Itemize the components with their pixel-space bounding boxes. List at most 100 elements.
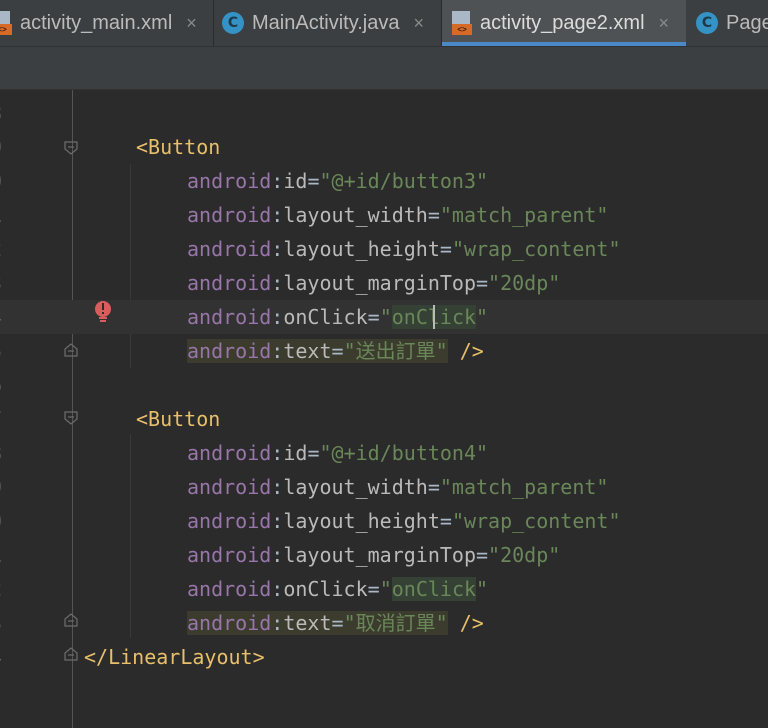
attr-name: id <box>283 441 308 465</box>
xml-file-icon: <> <box>0 11 12 35</box>
code-line[interactable]: 2 android:onClick="onClick" <box>0 572 768 606</box>
editor-tab-bar: <> activity_main.xml × C MainActivity.ja… <box>0 0 768 47</box>
fold-close-icon[interactable] <box>64 647 78 661</box>
line-number: 1 <box>0 198 12 232</box>
attr-value: "20dp" <box>488 271 561 295</box>
line-number: 0 <box>0 504 12 538</box>
attr-name: text <box>283 611 332 635</box>
attr-name: layout_width <box>283 475 428 499</box>
code-line[interactable]: 6 <box>0 368 768 402</box>
line-number: 3 <box>0 606 12 640</box>
line-number: 6 <box>0 368 12 402</box>
code-line[interactable]: 8 android:id="@+id/button4" <box>0 436 768 470</box>
attr-value: "wrap_content" <box>451 509 621 533</box>
attr-name: id <box>283 169 308 193</box>
tab-label: Page <box>726 11 768 34</box>
attr-namespace: android <box>187 475 272 499</box>
line-number: 0 <box>0 164 12 198</box>
xml-tag: <Button <box>136 407 221 431</box>
close-tab-icon[interactable]: × <box>413 13 424 34</box>
tab-activity-main-xml[interactable]: <> activity_main.xml × <box>0 0 211 46</box>
attr-value: "20dp" <box>488 543 561 567</box>
attr-namespace: android <box>187 543 272 567</box>
code-line-current[interactable]: 4 android:onClick="onClick" <box>0 300 768 334</box>
attr-namespace: android <box>187 577 272 601</box>
attr-value-highlight: Click <box>415 305 477 329</box>
fold-open-icon[interactable] <box>64 411 78 425</box>
line-number: 5 <box>0 334 12 368</box>
attr-value: "送出訂單" <box>343 339 448 363</box>
line-number: 2 <box>0 232 12 266</box>
attr-namespace: android <box>187 271 272 295</box>
code-line[interactable]: 1 android:layout_marginTop="20dp" <box>0 538 768 572</box>
code-line[interactable]: 0 android:id="@+id/button3" <box>0 164 768 198</box>
attr-namespace: android <box>187 611 272 635</box>
close-tab-icon[interactable]: × <box>659 13 670 34</box>
tag-close: /> <box>447 611 484 635</box>
tag-close: /> <box>447 339 484 363</box>
line-number: 2 <box>0 572 12 606</box>
editor-breadcrumb-strip <box>0 47 768 90</box>
code-line[interactable]: 3 android:layout_marginTop="20dp" <box>0 266 768 300</box>
xml-tag: <Button <box>136 135 221 159</box>
attr-name: onClick <box>283 577 368 601</box>
attr-namespace: android <box>187 237 272 261</box>
text-caret <box>433 305 435 329</box>
code-line[interactable]: 9 android:layout_width="match_parent" <box>0 470 768 504</box>
line-number: 4 <box>0 300 12 334</box>
fold-close-icon[interactable] <box>64 613 78 627</box>
code-line[interactable]: 2 android:layout_height="wrap_content" <box>0 232 768 266</box>
code-line[interactable]: 5 android:text="送出訂單" /> <box>0 334 768 368</box>
attr-value-highlight: on <box>391 305 416 329</box>
attr-name: text <box>283 339 332 363</box>
attr-namespace: android <box>187 339 272 363</box>
code-line[interactable]: 7 <Button <box>0 402 768 436</box>
attr-name: layout_marginTop <box>283 271 476 295</box>
attr-name: layout_height <box>283 237 440 261</box>
fold-open-icon[interactable] <box>64 141 78 155</box>
attr-name: layout_width <box>283 203 428 227</box>
attr-namespace: android <box>187 441 272 465</box>
code-line[interactable]: 9 <Button <box>0 130 768 164</box>
line-number: 3 <box>0 266 12 300</box>
tab-main-activity-java[interactable]: C MainActivity.java × <box>222 0 438 46</box>
attr-value: "取消訂單" <box>343 611 448 635</box>
attr-value: "match_parent" <box>439 203 609 227</box>
attr-value: "wrap_content" <box>451 237 621 261</box>
line-number: 4 <box>0 640 12 674</box>
tab-activity-page2-xml[interactable]: <> activity_page2.xml × <box>442 0 686 46</box>
tab-label: activity_main.xml <box>20 11 173 34</box>
code-line[interactable]: 0 android:layout_height="wrap_content" <box>0 504 768 538</box>
attr-namespace: android <box>187 509 272 533</box>
tab-label: activity_page2.xml <box>480 11 645 34</box>
line-number: 8 <box>0 96 12 130</box>
attr-value: "@+id/button3" <box>319 169 489 193</box>
code-line[interactable]: 4 </LinearLayout> <box>0 640 768 674</box>
attr-value-highlight: onClick <box>391 577 477 601</box>
line-number: 8 <box>0 436 12 470</box>
close-tab-icon[interactable]: × <box>186 13 197 34</box>
line-number: 1 <box>0 538 12 572</box>
code-line[interactable]: 1 android:layout_width="match_parent" <box>0 198 768 232</box>
attr-name: onClick <box>283 305 368 329</box>
fold-close-icon[interactable] <box>64 343 78 357</box>
java-class-icon: C <box>696 12 718 34</box>
attr-namespace: android <box>187 203 272 227</box>
line-number: 7 <box>0 402 12 436</box>
code-line[interactable]: 3 android:text="取消訂單" /> <box>0 606 768 640</box>
line-number: 9 <box>0 470 12 504</box>
line-number: 9 <box>0 130 12 164</box>
attr-value: "@+id/button4" <box>319 441 489 465</box>
attr-value: "match_parent" <box>439 475 609 499</box>
java-class-icon: C <box>222 12 244 34</box>
tab-label: MainActivity.java <box>252 11 400 34</box>
tab-page-java[interactable]: C Page <box>696 0 768 46</box>
attr-namespace: android <box>187 305 272 329</box>
attr-name: layout_marginTop <box>283 543 476 567</box>
attr-namespace: android <box>187 169 272 193</box>
xml-tag: </LinearLayout> <box>84 645 265 669</box>
xml-file-icon: <> <box>452 11 472 35</box>
code-line[interactable]: 8 <box>0 96 768 130</box>
error-bulb-icon[interactable] <box>92 300 114 324</box>
attr-name: layout_height <box>283 509 440 533</box>
